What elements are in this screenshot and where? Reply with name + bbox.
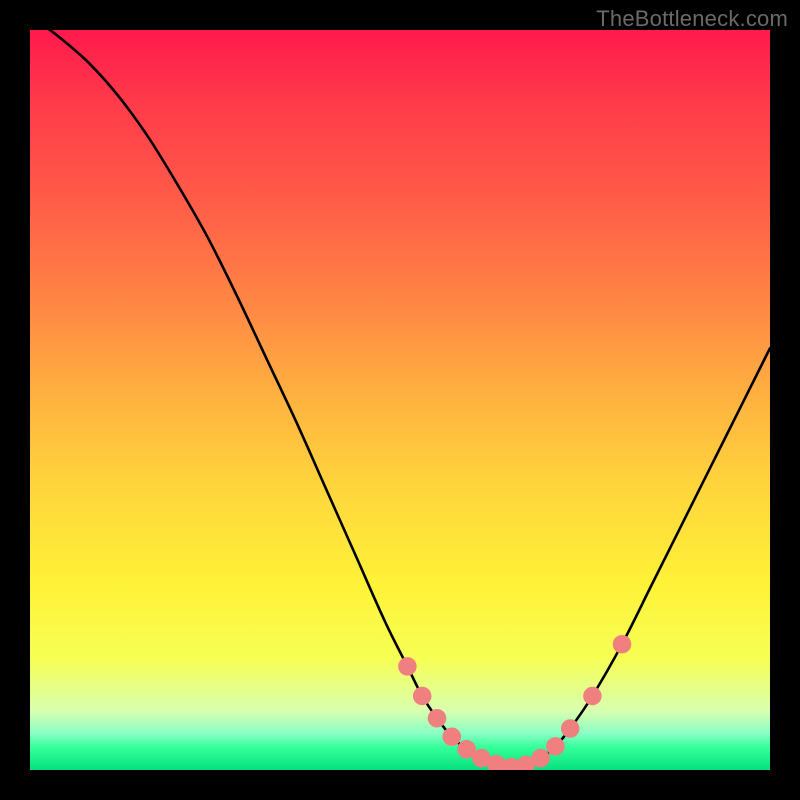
curve-dot	[561, 720, 579, 738]
curve-dot	[613, 635, 631, 653]
bottleneck-curve-svg	[30, 30, 770, 770]
curve-dot	[399, 658, 417, 676]
curve-dot	[532, 749, 550, 767]
plot-area	[30, 30, 770, 770]
curve-dot	[428, 709, 446, 727]
bottleneck-curve-path	[30, 30, 770, 767]
curve-dot	[547, 737, 565, 755]
watermark-text: TheBottleneck.com	[596, 6, 788, 32]
curve-dot	[413, 687, 431, 705]
bottleneck-dot-group	[399, 635, 631, 770]
chart-frame	[10, 30, 790, 790]
curve-dot	[584, 687, 602, 705]
curve-dot	[443, 728, 461, 746]
